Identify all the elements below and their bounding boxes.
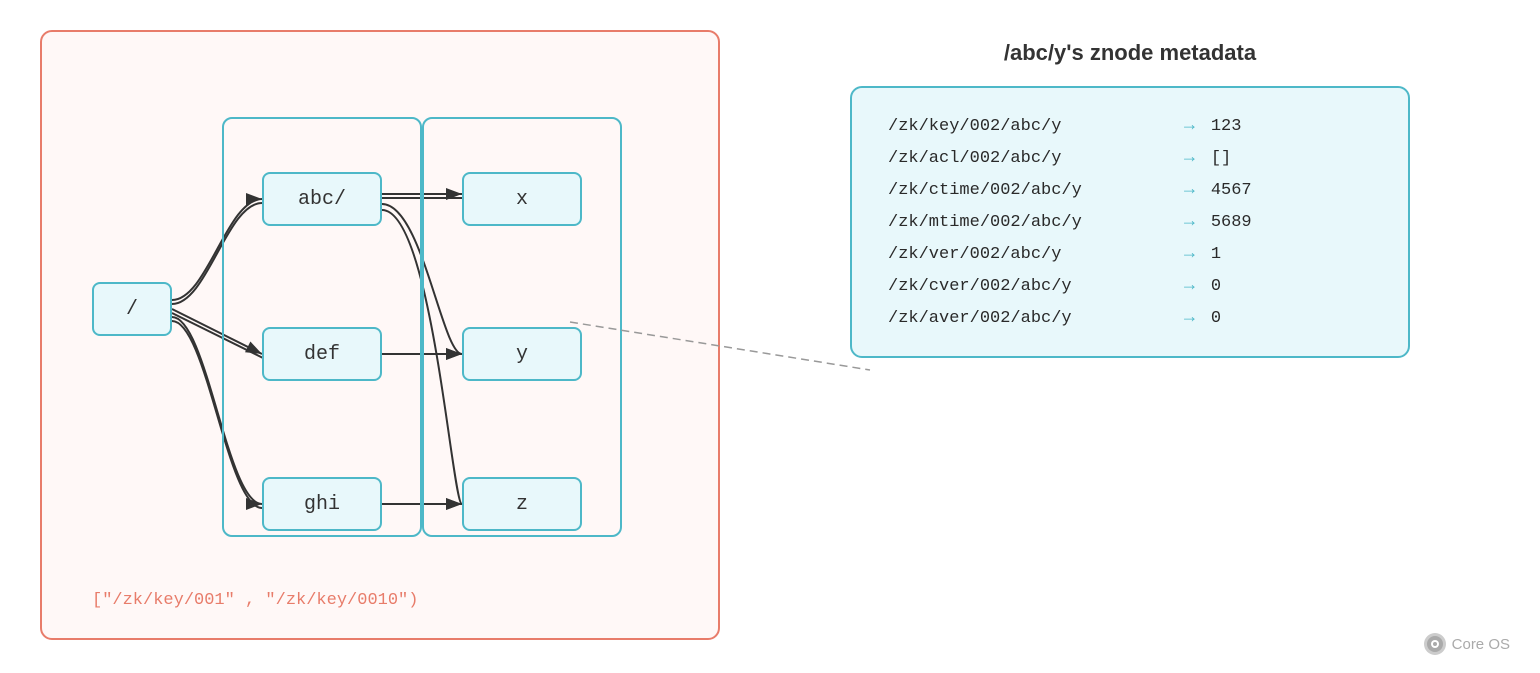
metadata-row: /zk/cver/002/abc/y → 0 [888,276,1372,296]
metadata-value: 5689 [1211,213,1252,232]
metadata-row: /zk/aver/002/abc/y → 0 [888,308,1372,328]
metadata-row: /zk/acl/002/abc/y → [] [888,148,1372,168]
metadata-arrow-icon: → [1184,308,1195,328]
metadata-value: 0 [1211,309,1221,328]
metadata-arrow-icon: → [1184,116,1195,136]
node-y: y [462,327,582,381]
metadata-key: /zk/aver/002/abc/y [888,309,1168,328]
node-z: z [462,477,582,531]
metadata-key: /zk/ctime/002/abc/y [888,181,1168,200]
coreos-logo: Core OS [1424,633,1510,655]
right-panel: /abc/y's znode metadata /zk/key/002/abc/… [760,30,1500,358]
metadata-key: /zk/cver/002/abc/y [888,277,1168,296]
metadata-value: 0 [1211,277,1221,296]
metadata-row: /zk/mtime/002/abc/y → 5689 [888,212,1372,232]
metadata-key: /zk/ver/002/abc/y [888,245,1168,264]
main-container: / abc/ def ghi x y z [0,0,1540,673]
metadata-arrow-icon: → [1184,148,1195,168]
metadata-key: /zk/mtime/002/abc/y [888,213,1168,232]
metadata-value: 4567 [1211,181,1252,200]
metadata-title: /abc/y's znode metadata [1004,40,1256,66]
metadata-arrow-icon: → [1184,276,1195,296]
metadata-arrow-icon: → [1184,244,1195,264]
bottom-label: ["/zk/key/001" , "/zk/key/0010") [92,591,418,610]
node-ghi: ghi [262,477,382,531]
coreos-icon [1424,633,1446,655]
metadata-row: /zk/ctime/002/abc/y → 4567 [888,180,1372,200]
node-root: / [92,282,172,336]
metadata-box: /zk/key/002/abc/y → 123/zk/acl/002/abc/y → [… [850,86,1410,358]
metadata-row: /zk/key/002/abc/y → 123 [888,116,1372,136]
metadata-row: /zk/ver/002/abc/y → 1 [888,244,1372,264]
metadata-key: /zk/acl/002/abc/y [888,149,1168,168]
node-abc: abc/ [262,172,382,226]
metadata-value: [] [1211,149,1231,168]
node-def: def [262,327,382,381]
metadata-key: /zk/key/002/abc/y [888,117,1168,136]
left-panel: / abc/ def ghi x y z [40,30,720,640]
tree-area: / abc/ def ghi x y z [42,32,718,638]
coreos-label: Core OS [1452,636,1510,653]
metadata-value: 123 [1211,117,1242,136]
metadata-arrow-icon: → [1184,212,1195,232]
node-x: x [462,172,582,226]
metadata-arrow-icon: → [1184,180,1195,200]
metadata-value: 1 [1211,245,1221,264]
